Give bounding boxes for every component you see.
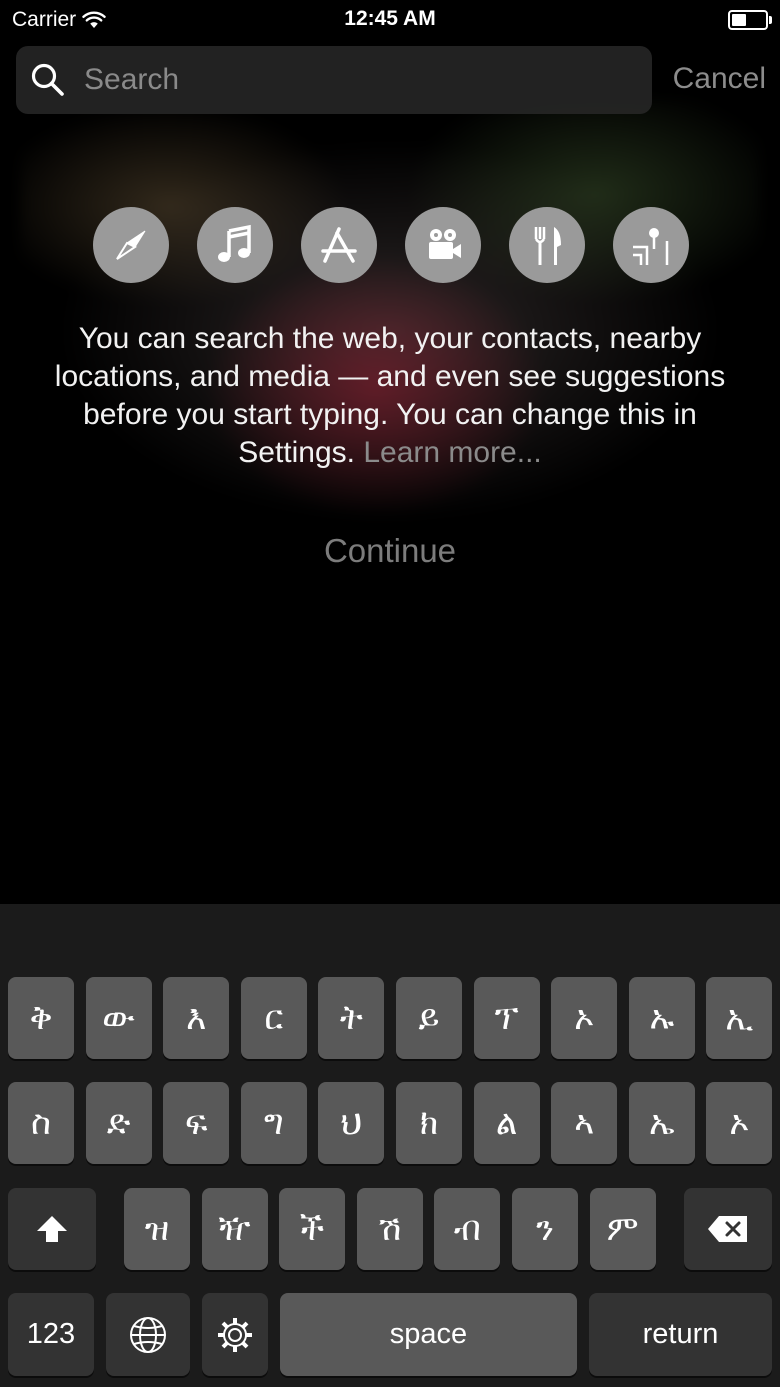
category-icons — [93, 207, 693, 285]
key-letter[interactable]: ፕ — [473, 977, 540, 1059]
key-letter[interactable]: ይ — [396, 977, 462, 1059]
key-letter[interactable]: ን — [512, 1188, 578, 1270]
battery-icon — [728, 10, 772, 30]
status-bar: Carrier 12:45 AM — [0, 0, 780, 40]
key-letter[interactable]: ሽ — [356, 1188, 423, 1270]
key-letter[interactable]: ም — [589, 1188, 656, 1270]
continue-button[interactable]: Continue — [0, 532, 780, 570]
key-letter[interactable]: ብ — [434, 1188, 501, 1270]
compass-icon[interactable] — [93, 207, 169, 283]
settings-key[interactable] — [202, 1293, 268, 1376]
return-key[interactable]: return — [589, 1293, 772, 1376]
key-letter[interactable]: ው — [85, 977, 152, 1059]
globe-icon — [130, 1316, 166, 1353]
key-letter[interactable]: ኡ — [628, 977, 695, 1059]
key-letter[interactable]: ህ — [318, 1082, 385, 1164]
learn-more-link[interactable]: Learn more... — [363, 436, 541, 469]
search-bar[interactable] — [16, 46, 652, 114]
key-letter[interactable]: ኦ — [706, 1082, 773, 1164]
key-letter[interactable]: ር — [240, 977, 307, 1059]
numbers-key[interactable]: 123 — [8, 1293, 94, 1376]
key-letter[interactable]: ኤ — [628, 1082, 695, 1164]
key-letter[interactable]: ኦ — [551, 977, 618, 1059]
key-letter[interactable]: ል — [473, 1082, 540, 1164]
intro-text: You can search the web, your contacts, n… — [40, 320, 740, 472]
key-letter[interactable]: እ — [163, 977, 230, 1059]
key-letter[interactable]: ኣ — [551, 1082, 618, 1164]
key-letter[interactable]: ት — [318, 977, 385, 1059]
space-key[interactable]: space — [280, 1293, 577, 1376]
key-letter[interactable]: ኢ — [706, 977, 773, 1059]
search-input[interactable] — [82, 56, 626, 104]
keyboard: ቅ ው እ ር ት ይ ፕ ኦ ኡ ኢ ስ ድ ፍ ግ ህ ክ ል ኣ ኤ ኦ ዝ ዥ ች ሽ ብ ን ም 123 space retur… — [0, 904, 780, 1387]
key-letter[interactable]: ዝ — [124, 1188, 190, 1270]
shift-key[interactable] — [8, 1188, 96, 1270]
app-store-icon[interactable] — [301, 207, 377, 283]
key-letter[interactable]: ግ — [240, 1082, 307, 1164]
cancel-button[interactable]: Cancel — [673, 62, 766, 96]
music-note-icon[interactable] — [197, 207, 273, 283]
battery-level — [732, 14, 746, 26]
map-icon[interactable] — [613, 207, 689, 283]
backspace-icon — [708, 1216, 747, 1242]
key-letter[interactable]: ድ — [85, 1082, 152, 1164]
key-letter[interactable]: ች — [279, 1188, 346, 1270]
movie-camera-icon[interactable] — [405, 207, 481, 283]
clock: 12:45 AM — [344, 7, 436, 30]
key-letter[interactable]: ክ — [396, 1082, 462, 1164]
key-letter[interactable]: ፍ — [163, 1082, 230, 1164]
key-letter[interactable]: ቅ — [8, 977, 74, 1059]
shift-arrow-icon — [37, 1216, 67, 1242]
delete-key[interactable] — [684, 1188, 772, 1270]
restaurant-icon[interactable] — [509, 207, 585, 283]
key-letter[interactable]: ዥ — [201, 1188, 268, 1270]
globe-key[interactable] — [106, 1293, 190, 1376]
gear-icon — [218, 1317, 252, 1352]
key-letter[interactable]: ስ — [8, 1082, 74, 1164]
search-icon — [31, 63, 64, 96]
